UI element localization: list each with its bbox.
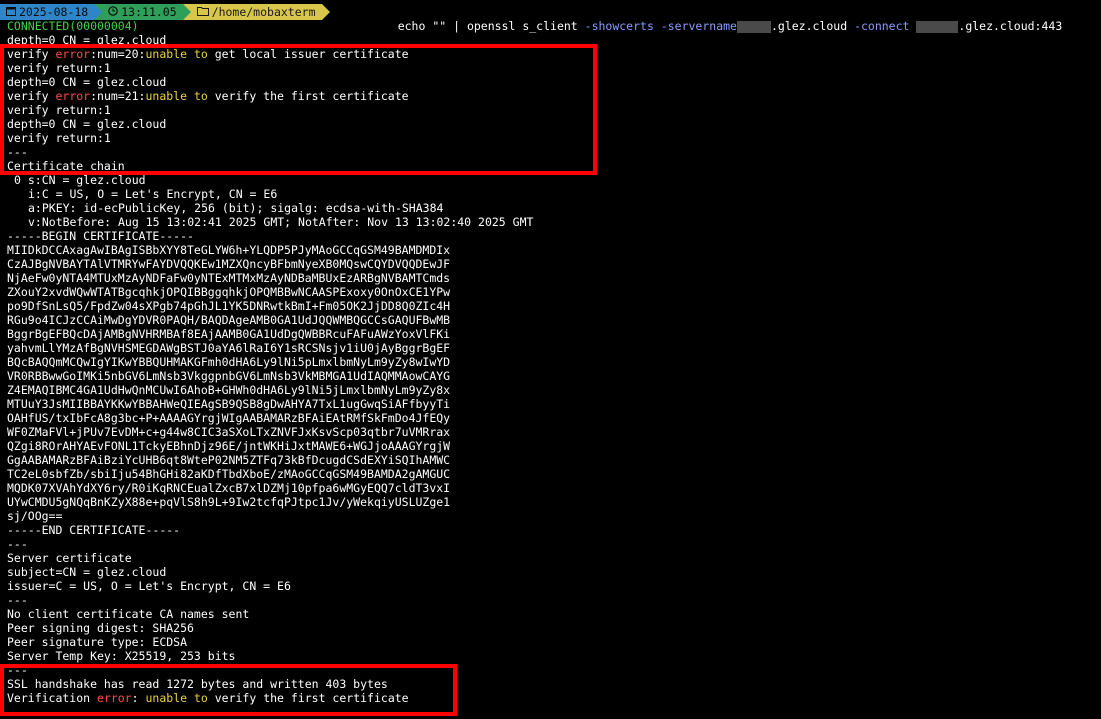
cert-line: CzAJBgNVBAYTAlVTMRYwFAYDVQQKEw1MZXQncyBF… [7,257,451,271]
output-line: --- [7,537,28,551]
command-text: echo "" | openssl s_client [397,19,585,33]
prompt-date: 2025-08-18 [19,5,89,19]
prompt-date-segment: 2025-08-18 [0,4,103,20]
cert-line: ZXouY2xvdWQwWTATBgcqhkjOPQIBBggqhkjOPQMB… [7,285,451,299]
prompt-time-segment: 13:11.05 [94,4,191,20]
output-line: 0 s:CN = glez.cloud [14,173,146,187]
command-host: .glez.cloud [770,19,855,33]
cert-line: MIIDkDCCAxagAwIBAgISBbXYY8TeGLYW6h+YLQDP… [7,243,451,257]
redacted-host [916,20,959,33]
cert-line: GgAABAMARzBFAiBziYcUHB6qt8WteP02NM5ZTFq7… [7,453,451,467]
output-line: a:PKEY: id-ecPublicKey, 256 (bit); sigal… [28,201,444,215]
command-flags: -showcerts -servername [584,19,737,33]
cert-line: UYwCMDU5gNQqBnKZyX88e+pqVlS8h9L+9Iw2tcfq… [7,495,451,509]
output-line: issuer=C = US, O = Let's Encrypt, CN = E… [7,579,291,593]
output-line: Peer signature type: ECDSA [7,635,188,649]
terminal-window[interactable]: 2025-08-18 13:11.05 /home/mobaxterm echo… [0,0,1101,719]
command-line: echo "" | openssl s_client -showcerts -s… [370,5,1063,47]
cert-line: RGu9o4ICJzCCAiMwDgYDVR0PAQH/BAQDAgeAMB0G… [7,313,451,327]
cert-line: MQDK07XVAhYdXY6ry/R0iKqRNCEualZxcB7xlDZM… [7,481,451,495]
cert-line: Z4EMAQIBMC4GA1UdHwQnMCUwI6AhoB+GHWh0dHA6… [7,383,451,397]
command-connect-flag: -connect [854,19,910,33]
cert-line: sj/OOg== [7,509,63,523]
prompt-time: 13:11.05 [121,5,177,19]
calendar-icon [6,4,16,20]
prompt-path: /home/mobaxterm [211,5,316,19]
output-line: v:NotBefore: Aug 15 13:02:41 2025 GMT; N… [28,215,534,229]
output-line: CONNECTED(00000004) [7,19,139,33]
output-line: -----END CERTIFICATE----- [7,523,181,537]
output-line: i:C = US, O = Let's Encrypt, CN = E6 [28,187,278,201]
cert-line: BQcBAQQmMCQwIgYIKwYBBQUHMAKGFmh0dHA6Ly9l… [7,355,451,369]
output-line: -----BEGIN CERTIFICATE----- [7,229,194,243]
cert-line: yahvmLlYMzAfBgNVHSMEGDAWgBSTJ0aYA6lRaI6Y… [7,341,451,355]
highlight-box-verify-errors [0,44,597,175]
cert-line: WF0ZMaFVl+jPUv7EvDM+c+g44w8CIC3aSXoLTxZN… [7,425,451,439]
output-line: subject=CN = glez.cloud [7,565,167,579]
output-line: Server certificate [7,551,132,565]
output-line: Server Temp Key: X25519, 253 bits [7,649,236,663]
prompt-path-segment: /home/mobaxterm [182,4,330,20]
cert-line: OAHfUS/txIbFcA8g3bc+P+AAAAGYrgjWIgAABAMA… [7,411,451,425]
shell-prompt: 2025-08-18 13:11.05 /home/mobaxterm [0,4,330,20]
highlight-box-verification-error [0,664,457,716]
clock-icon [108,4,119,20]
redacted-host [736,20,771,33]
cert-line: VR0RBBwwGoIMKi5nbGV6LmNsb3VkggpnbGV6LmNs… [7,369,451,383]
command-target: .glez.cloud:443 [958,19,1063,33]
cert-line: QZgi8ROrAHYAEvFONL1TckyEBhnDjz96E/jntWKH… [7,439,451,453]
output-line: --- [7,593,28,607]
cert-line: MTUuY3JsMIIBBAYKKwYBBAHWeQIEAgSB9QSB8gDw… [7,397,451,411]
cert-line: po9DfSnLsQ5/FpdZw04sXPgb74pGhJL1YK5DNRwt… [7,299,451,313]
output-line: Peer signing digest: SHA256 [7,621,194,635]
cert-line: NjAeFw0yNTA4MTUxMzAyNDFaFw0yNTExMTMxMzAy… [7,271,451,285]
cert-line: TC2eL0sbfZb/sbiIju54BhGHi82aKDfTbdXboE/z… [7,467,451,481]
output-line: No client certificate CA names sent [7,607,250,621]
folder-icon [196,4,209,20]
cert-line: BggrBgEFBQcDAjAMBgNVHRMBAf8EAjAAMB0GA1Ud… [7,327,451,341]
